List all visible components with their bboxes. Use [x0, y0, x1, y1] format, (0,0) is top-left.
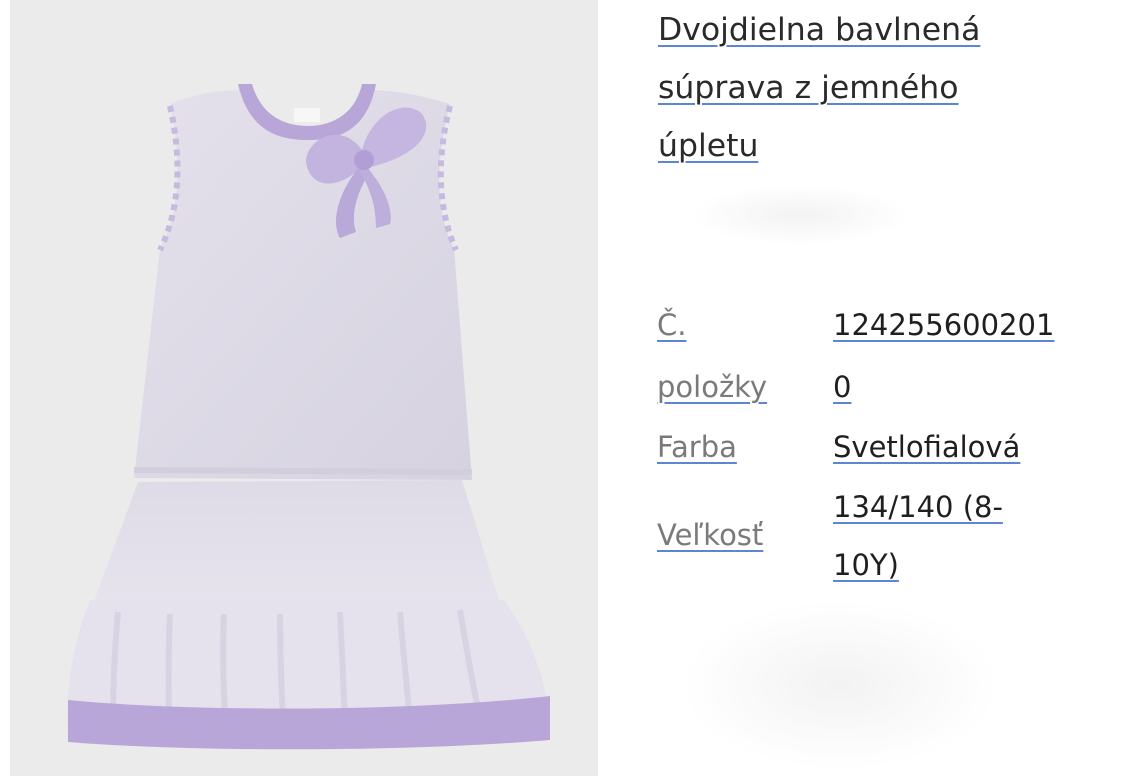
size-label[interactable]: Veľkosť [657, 516, 763, 554]
knit-set-illustration-icon [67, 84, 550, 750]
item-number-label-line-2[interactable]: položky [657, 368, 767, 406]
product-title-line-1[interactable]: Dvojdielna bavlnená [658, 10, 980, 50]
skirt [90, 480, 502, 612]
product-image[interactable] [10, 0, 598, 776]
product-title-line-3[interactable]: úpletu [658, 126, 758, 166]
item-number-value-line-2[interactable]: 0 [833, 368, 851, 406]
size-value-line-2[interactable]: 10Y) [833, 546, 899, 584]
product-title-line-2[interactable]: súprava z jemného [658, 68, 959, 108]
top [134, 90, 472, 480]
smudge [680, 600, 1000, 770]
size-value-line-1[interactable]: 134/140 (8- [833, 488, 1003, 526]
item-number-label-line-1[interactable]: Č. [657, 306, 686, 344]
item-number-value-line-1[interactable]: 124255600201 [833, 306, 1054, 344]
color-value[interactable]: Svetlofialová [833, 428, 1020, 466]
smudge [690, 185, 910, 245]
color-label[interactable]: Farba [657, 428, 737, 466]
